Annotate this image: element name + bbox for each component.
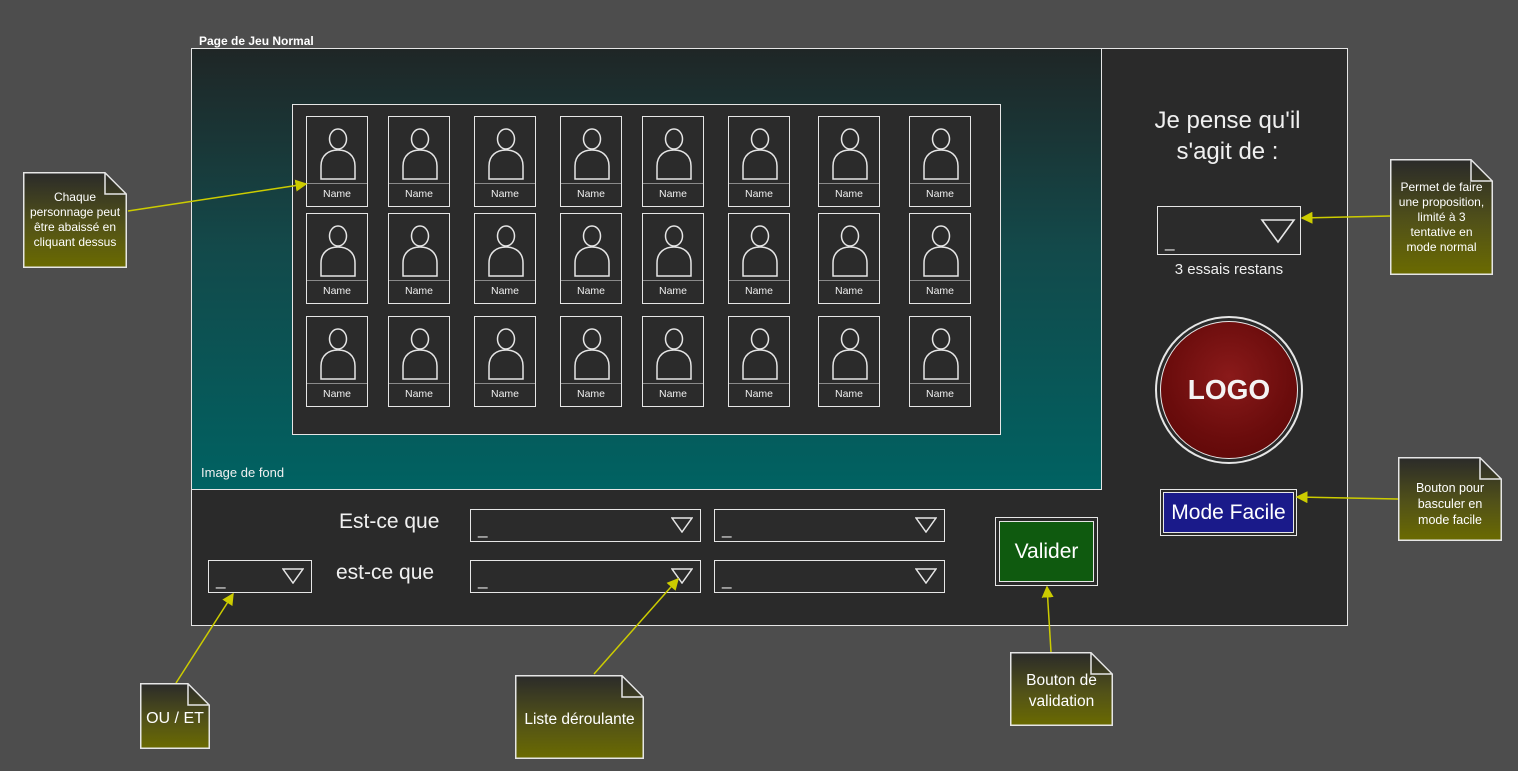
note-outline	[515, 675, 644, 759]
arrow-guess	[1300, 211, 1391, 224]
arrow-validate	[1041, 585, 1054, 653]
note-dropdown: Liste déroulante	[515, 675, 644, 759]
note-easy: Bouton pour basculer en mode facile	[1398, 457, 1502, 541]
note-outline	[1010, 652, 1113, 726]
note-validate: Bouton de validation	[1010, 652, 1113, 726]
note-outline	[1398, 457, 1502, 541]
note-characters: Chaque personnage peut être abaissé en c…	[23, 172, 127, 268]
note-connector: OU / ET	[140, 683, 210, 749]
note-outline	[23, 172, 127, 268]
annotation-arrows	[127, 179, 1399, 684]
note-guess: Permet de faire une proposition, limité …	[1390, 159, 1493, 275]
arrow-characters	[127, 179, 308, 212]
arrow-dropdown	[593, 577, 679, 675]
note-outline	[1390, 159, 1493, 275]
arrow-connector	[175, 592, 234, 684]
note-outline	[140, 683, 210, 749]
arrow-easy	[1295, 491, 1399, 504]
